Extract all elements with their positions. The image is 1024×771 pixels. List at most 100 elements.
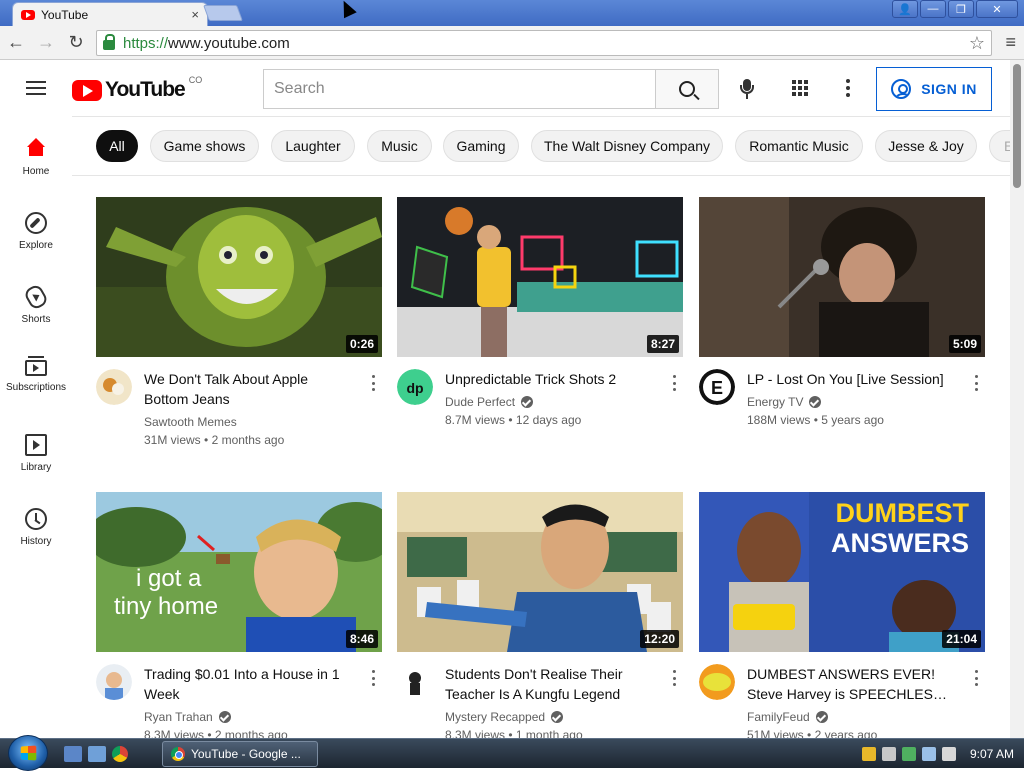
video-thumbnail[interactable]: 12:20 bbox=[397, 492, 683, 652]
channel-avatar[interactable] bbox=[96, 664, 132, 700]
channel-name-text: FamilyFeud bbox=[747, 710, 810, 724]
sidebar-item-home[interactable]: Home bbox=[0, 124, 72, 194]
youtube-logo[interactable]: YouTube CO bbox=[72, 75, 202, 102]
channel-avatar[interactable] bbox=[699, 664, 735, 700]
video-title[interactable]: Unpredictable Trick Shots 2 bbox=[445, 369, 653, 389]
chip-gaming[interactable]: Gaming bbox=[443, 130, 519, 162]
channel-avatar[interactable]: dp bbox=[397, 369, 433, 405]
video-card[interactable]: 5:09 E LP - Lost On You [Live Session] E… bbox=[699, 197, 985, 487]
url-host: www.youtube.com bbox=[168, 34, 290, 52]
reload-button[interactable]: ↻ bbox=[62, 29, 90, 57]
video-thumbnail[interactable]: i got a tiny home 8:46 bbox=[96, 492, 382, 652]
video-card[interactable]: DUMBEST ANSWERS 21:04 DUMBEST ANSWERS EV… bbox=[699, 492, 985, 738]
window-user-button[interactable]: 👤 bbox=[892, 0, 918, 18]
video-grid: 0:26 We Don't Talk About Apple Bottom Je… bbox=[72, 177, 1010, 738]
video-title[interactable]: Students Don't Realise Their Teacher Is … bbox=[445, 664, 653, 704]
network-icon[interactable] bbox=[922, 747, 936, 761]
sign-in-button[interactable]: SIGN IN bbox=[876, 67, 992, 111]
window-close-button[interactable]: ✕ bbox=[976, 0, 1018, 18]
channel-name[interactable]: Dude Perfect bbox=[445, 395, 534, 409]
tray-update-icon[interactable] bbox=[902, 747, 916, 761]
video-title[interactable]: LP - Lost On You [Live Session] bbox=[747, 369, 955, 389]
forward-button[interactable]: → bbox=[32, 29, 60, 57]
volume-muted-icon[interactable] bbox=[942, 747, 956, 761]
video-title[interactable]: Trading $0.01 Into a House in 1 Week bbox=[144, 664, 352, 704]
settings-more-icon[interactable] bbox=[846, 79, 850, 97]
video-card[interactable]: 12:20 Students Don't Realise Their Teach… bbox=[397, 492, 683, 738]
video-thumbnail[interactable]: DUMBEST ANSWERS 21:04 bbox=[699, 492, 985, 652]
window-minimize-button[interactable]: — bbox=[920, 0, 946, 18]
search-button[interactable] bbox=[655, 69, 719, 109]
video-thumbnail[interactable]: 5:09 bbox=[699, 197, 985, 357]
channel-name[interactable]: FamilyFeud bbox=[747, 710, 828, 724]
video-thumbnail[interactable]: 8:27 bbox=[397, 197, 683, 357]
channel-avatar[interactable] bbox=[96, 369, 132, 405]
shorts-icon bbox=[22, 282, 50, 312]
video-card[interactable]: i got a tiny home 8:46 Trading $0.01 Int… bbox=[96, 492, 382, 738]
chip-walt-disney[interactable]: The Walt Disney Company bbox=[531, 130, 723, 162]
sidebar-item-label: Explore bbox=[19, 240, 53, 251]
window-maximize-button[interactable]: ❐ bbox=[948, 0, 974, 18]
video-more-icon[interactable] bbox=[975, 375, 979, 391]
video-title[interactable]: We Don't Talk About Apple Bottom Jeans bbox=[144, 369, 352, 409]
back-button[interactable]: ← bbox=[2, 29, 30, 57]
video-more-icon[interactable] bbox=[673, 375, 677, 391]
channel-avatar[interactable]: E bbox=[699, 369, 735, 405]
window-controls: 👤 — ❐ ✕ bbox=[892, 0, 1018, 18]
tab-close-icon[interactable]: × bbox=[191, 7, 199, 22]
chip-laughter[interactable]: Laughter bbox=[271, 130, 355, 162]
browser-menu-icon[interactable]: ≡ bbox=[1005, 32, 1016, 53]
channel-name[interactable]: Sawtooth Memes bbox=[144, 415, 237, 429]
taskbar-chrome-window[interactable]: YouTube - Google ... bbox=[162, 741, 318, 767]
video-meta: 8.3M views • 1 month ago bbox=[445, 728, 583, 738]
sidebar-item-shorts[interactable]: Shorts bbox=[0, 272, 72, 342]
upload-age: 5 years ago bbox=[821, 413, 884, 427]
microphone-icon[interactable] bbox=[738, 79, 756, 101]
apps-grid-icon[interactable] bbox=[792, 80, 808, 96]
video-more-icon[interactable] bbox=[372, 670, 376, 686]
video-card[interactable]: 0:26 We Don't Talk About Apple Bottom Je… bbox=[96, 197, 382, 487]
channel-name[interactable]: Energy TV bbox=[747, 395, 822, 409]
video-meta: 51M views • 2 years ago bbox=[747, 728, 877, 738]
page-scrollbar[interactable] bbox=[1010, 60, 1024, 738]
taskbar-clock[interactable]: 9:07 AM bbox=[970, 747, 1014, 761]
chrome-quicklaunch-icon[interactable] bbox=[112, 746, 128, 762]
search-input[interactable]: Search bbox=[263, 69, 656, 109]
browser-titlebar: YouTube × 👤 — ❐ ✕ bbox=[0, 0, 1024, 26]
security-shield-icon[interactable] bbox=[862, 747, 876, 761]
video-title[interactable]: DUMBEST ANSWERS EVER! Steve Harvey is SP… bbox=[747, 664, 955, 704]
chip-music[interactable]: Music bbox=[367, 130, 432, 162]
chip-jesse-joy[interactable]: Jesse & Joy bbox=[875, 130, 977, 162]
show-desktop-icon[interactable] bbox=[64, 746, 82, 762]
video-more-icon[interactable] bbox=[673, 670, 677, 686]
channel-avatar[interactable] bbox=[397, 664, 433, 700]
tray-tools-icon[interactable] bbox=[882, 747, 896, 761]
chip-partial[interactable]: E bbox=[989, 130, 1010, 162]
new-tab-button[interactable] bbox=[203, 5, 243, 21]
history-icon bbox=[25, 508, 47, 530]
mouse-cursor-icon bbox=[337, 0, 357, 19]
address-bar[interactable]: https://www.youtube.com ☆ bbox=[96, 30, 992, 56]
browser-tab-youtube[interactable]: YouTube × bbox=[12, 2, 208, 26]
sidebar-item-subscriptions[interactable]: Subscriptions bbox=[0, 342, 72, 412]
chip-all[interactable]: All bbox=[96, 130, 138, 162]
bookmark-star-icon[interactable]: ☆ bbox=[969, 33, 985, 54]
video-card[interactable]: 8:27 dp Unpredictable Trick Shots 2 Dude… bbox=[397, 197, 683, 487]
sidebar-item-library[interactable]: Library bbox=[0, 420, 72, 490]
start-button[interactable] bbox=[8, 735, 48, 771]
video-thumbnail[interactable]: 0:26 bbox=[96, 197, 382, 357]
switch-windows-icon[interactable] bbox=[88, 746, 106, 762]
video-more-icon[interactable] bbox=[975, 670, 979, 686]
sidebar-item-explore[interactable]: Explore bbox=[0, 198, 72, 268]
channel-name-text: Ryan Trahan bbox=[144, 710, 213, 724]
sidebar-item-history[interactable]: History bbox=[0, 494, 72, 564]
channel-name[interactable]: Ryan Trahan bbox=[144, 710, 231, 724]
hamburger-menu-icon[interactable] bbox=[26, 81, 46, 95]
scrollbar-thumb[interactable] bbox=[1013, 64, 1021, 188]
view-count: 8.7M views bbox=[445, 413, 506, 427]
chip-romantic-music[interactable]: Romantic Music bbox=[735, 130, 863, 162]
sidebar-item-label: History bbox=[20, 536, 52, 547]
chip-game-shows[interactable]: Game shows bbox=[150, 130, 259, 162]
video-more-icon[interactable] bbox=[372, 375, 376, 391]
channel-name[interactable]: Mystery Recapped bbox=[445, 710, 564, 724]
